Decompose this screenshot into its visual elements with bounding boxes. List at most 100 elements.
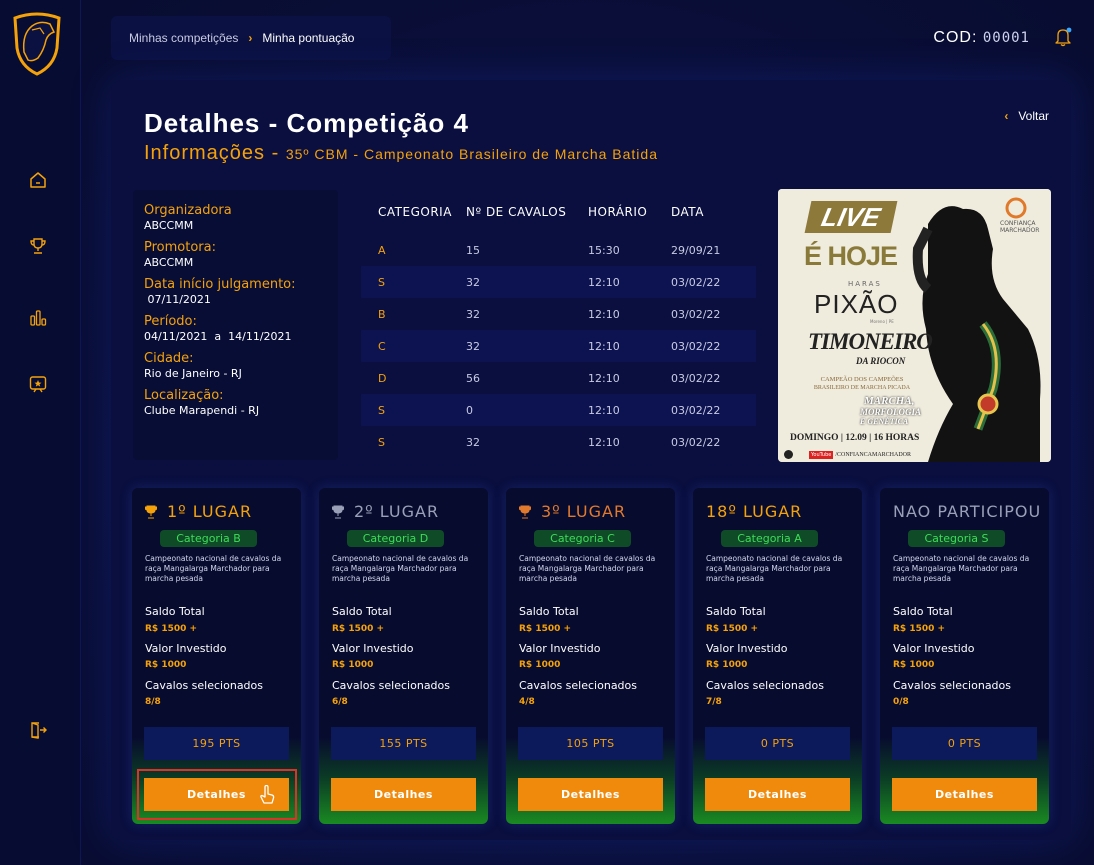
poster-brand2: MARCHADOR [1000, 227, 1040, 234]
cell-horario: 12:10 [588, 435, 620, 449]
placement-label: 1º LUGAR [167, 502, 253, 521]
cavalos-label: Cavalos selecionados [145, 679, 263, 692]
saldo-label: Saldo Total [519, 605, 579, 618]
table-row: S 32 12:10 03/02/22 [361, 266, 756, 298]
bell-icon[interactable] [1054, 27, 1072, 47]
breadcrumb-item-competitions[interactable]: Minhas competições [129, 31, 238, 45]
saldo-label: Saldo Total [332, 605, 392, 618]
info-value-location: Clube Marapendi - RJ [144, 404, 260, 417]
trophy-icon [145, 505, 157, 518]
table-row: S 0 12:10 03/02/22 [361, 394, 756, 426]
cell-categoria: A [378, 243, 386, 257]
poster-genetica: E GENÉTICA [860, 417, 909, 426]
points-display: 0 PTS [705, 727, 850, 760]
cell-cavalos: 32 [466, 307, 480, 321]
card-description: Campeonato nacional de cavalos da raça M… [519, 554, 656, 583]
cell-data: 03/02/22 [671, 275, 721, 289]
saldo-value: R$ 1500 + [893, 624, 946, 634]
cavalos-value: 7/8 [706, 697, 722, 707]
poster-moreno: Moreno | PE [870, 319, 894, 324]
poster-brasileiro: BRASILEIRO DE MARCHA PICADA [813, 385, 911, 391]
logout-icon[interactable] [28, 720, 48, 740]
confianca-logo-icon [1005, 197, 1027, 219]
poster-campeao: CAMPEÃO DOS CAMPEÕES [820, 376, 904, 383]
details-button[interactable]: Detalhes [518, 778, 663, 811]
event-poster: LIVE É HOJE HARAS PIXÃO Moreno | PE TIMO… [778, 189, 1051, 462]
placement-label: 18º LUGAR [706, 502, 803, 521]
cell-categoria: S [378, 403, 385, 417]
home-icon[interactable] [28, 170, 48, 190]
poster-live: LIVE [804, 201, 898, 233]
subtitle-prefix: Informações - [144, 142, 280, 164]
saldo-value: R$ 1500 + [706, 624, 759, 634]
placement-label: 2º LUGAR [354, 502, 440, 521]
header-data: DATA [671, 205, 704, 219]
poster-marcha: MARCHA, [864, 395, 915, 407]
cavalos-label: Cavalos selecionados [332, 679, 450, 692]
placement: 1º LUGAR [145, 502, 252, 521]
cod-label: COD: [933, 29, 978, 46]
cell-categoria: S [378, 275, 385, 289]
saldo-value: R$ 1500 + [332, 624, 385, 634]
cell-data: 03/02/22 [671, 371, 721, 385]
details-button[interactable]: Detalhes [892, 778, 1037, 811]
header-horario: HORÁRIO [588, 205, 648, 219]
invest-value: R$ 1000 [519, 660, 561, 670]
sidebar [0, 0, 81, 865]
cell-categoria: D [378, 371, 387, 385]
chevron-left-icon: ‹ [1004, 109, 1009, 123]
saldo-value: R$ 1500 + [519, 624, 572, 634]
bar-chart-icon[interactable] [28, 308, 48, 328]
poster-domingo: DOMINGO | 12.09 | 16 HORAS [790, 433, 920, 443]
poster-brand1: CONFIANÇA [1000, 220, 1036, 227]
cell-data: 03/02/22 [671, 307, 721, 321]
category-table: CATEGORIA Nº DE CAVALOS HORÁRIO DATA A 15… [361, 190, 756, 465]
poster-morfologia: MORFOLOGIA [860, 407, 922, 417]
category-badge: Categoria A [721, 530, 818, 547]
cavalos-value: 8/8 [145, 697, 161, 707]
breadcrumb: Minhas competições › Minha pontuação [111, 16, 391, 60]
card-description: Campeonato nacional de cavalos da raça M… [332, 554, 469, 583]
invest-value: R$ 1000 [332, 660, 374, 670]
poster-footer: YouTube /CONFIANCAMARCHADOR [778, 447, 1051, 462]
score-card: NAO PARTICIPOU Categoria S Campeonato na… [880, 488, 1049, 824]
user-icon [784, 450, 793, 459]
score-card: 18º LUGAR Categoria A Campeonato naciona… [693, 488, 862, 824]
invest-label: Valor Investido [706, 642, 788, 655]
info-label-organizer: Organizadora [144, 203, 232, 218]
trophy-icon[interactable] [28, 236, 48, 256]
cavalos-label: Cavalos selecionados [706, 679, 824, 692]
cell-cavalos: 56 [466, 371, 480, 385]
page-title: Detalhes - Competição 4 [144, 108, 469, 138]
header-cavalos: Nº DE CAVALOS [466, 205, 567, 219]
breadcrumb-item-score: Minha pontuação [262, 31, 355, 45]
info-label-start-date: Data início julgamento: [144, 277, 296, 292]
cell-cavalos: 32 [466, 339, 480, 353]
placement-label: 3º LUGAR [541, 502, 627, 521]
details-button[interactable]: Detalhes [331, 778, 476, 811]
points-display: 155 PTS [331, 727, 476, 760]
placement: 2º LUGAR [332, 502, 439, 521]
cell-data: 03/02/22 [671, 339, 721, 353]
page-subtitle: Informações - 35º CBM - Campeonato Brasi… [144, 142, 658, 165]
score-card: 2º LUGAR Categoria D Campeonato nacional… [319, 488, 488, 824]
info-label-promoter: Promotora: [144, 240, 216, 255]
poster-haras: HARAS [848, 280, 882, 288]
cavalos-value: 0/8 [893, 697, 909, 707]
details-button[interactable]: Detalhes [705, 778, 850, 811]
poster-channel: /CONFIANCAMARCHADOR [835, 451, 912, 458]
category-badge: Categoria S [908, 530, 1005, 547]
tv-star-icon[interactable] [28, 374, 48, 394]
horse-shield-logo[interactable] [10, 12, 64, 76]
poster-pixao: PIXÃO [814, 289, 899, 319]
poster-riocon: DA RIOCON [856, 356, 906, 366]
back-link[interactable]: ‹ Voltar [1004, 109, 1049, 123]
points-display: 0 PTS [892, 727, 1037, 760]
placement-label: NAO PARTICIPOU [893, 502, 1042, 521]
invest-label: Valor Investido [332, 642, 414, 655]
placement: 18º LUGAR [706, 502, 802, 521]
saldo-label: Saldo Total [706, 605, 766, 618]
competition-info: Organizadora ABCCMM Promotora: ABCCMM Da… [133, 190, 338, 460]
score-card: 3º LUGAR Categoria C Campeonato nacional… [506, 488, 675, 824]
card-description: Campeonato nacional de cavalos da raça M… [893, 554, 1030, 583]
